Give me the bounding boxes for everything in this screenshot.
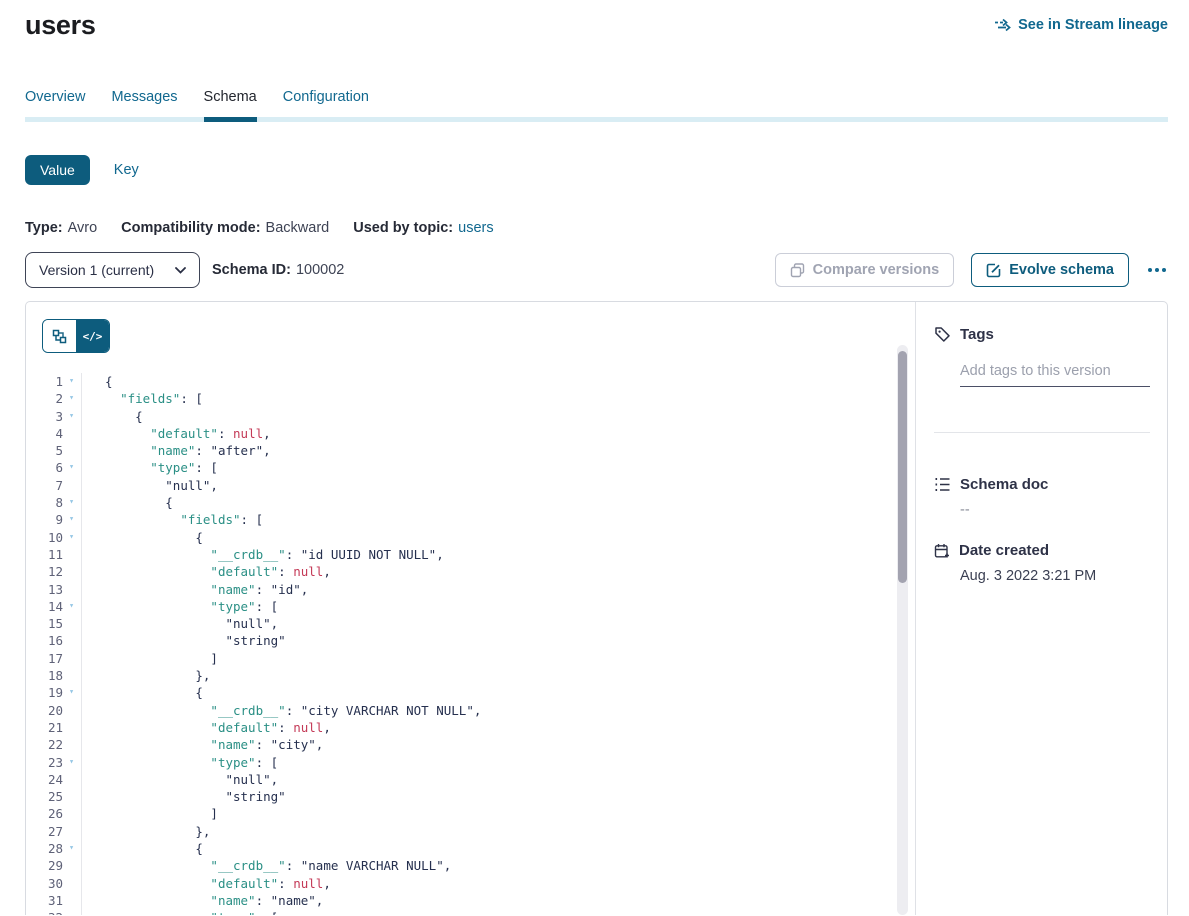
version-select[interactable]: Version 1 (current) bbox=[25, 252, 200, 288]
schema-id-label: Schema ID: bbox=[212, 262, 291, 278]
meta-type: Type: Avro bbox=[25, 220, 97, 236]
compatibility-value: Backward bbox=[266, 220, 330, 236]
calendar-plus-icon bbox=[934, 543, 950, 559]
key-toggle-link[interactable]: Key bbox=[114, 162, 139, 178]
editor-scrollbar-track[interactable] bbox=[897, 345, 908, 915]
version-select-value: Version 1 (current) bbox=[39, 262, 154, 278]
add-tags-input[interactable] bbox=[960, 363, 1150, 387]
evolve-schema-icon bbox=[986, 263, 1001, 278]
editor-view-toggle: </> bbox=[42, 319, 110, 353]
value-key-toggle: Value Key bbox=[25, 155, 1168, 185]
schema-doc-heading: Schema doc bbox=[960, 476, 1048, 493]
meta-used-by-topic: Used by topic: users bbox=[353, 220, 493, 236]
tags-section: Tags bbox=[934, 326, 1150, 387]
schema-id: Schema ID: 100002 bbox=[212, 262, 344, 278]
sidebar-divider bbox=[934, 432, 1150, 433]
topic-tabs: Overview Messages Schema Configuration bbox=[25, 89, 1168, 122]
schema-code-pane: </> 1▾2▾3▾456▾78▾9▾10▾11121314▾151617181… bbox=[26, 302, 916, 915]
meta-compatibility: Compatibility mode: Backward bbox=[121, 220, 329, 236]
type-label: Type: bbox=[25, 220, 63, 236]
date-created-value: Aug. 3 2022 3:21 PM bbox=[960, 568, 1150, 584]
lineage-link-label: See in Stream lineage bbox=[1018, 17, 1168, 33]
schema-doc-value: -- bbox=[960, 502, 1150, 518]
type-value: Avro bbox=[68, 220, 98, 236]
compatibility-label: Compatibility mode: bbox=[121, 220, 260, 236]
ellipsis-icon bbox=[1148, 268, 1152, 272]
tab-messages[interactable]: Messages bbox=[111, 89, 177, 122]
tags-heading-row: Tags bbox=[934, 326, 1150, 343]
tree-view-button[interactable] bbox=[43, 320, 76, 352]
schema-panel: </> 1▾2▾3▾456▾78▾9▾10▾11121314▾151617181… bbox=[25, 301, 1168, 915]
tab-overview[interactable]: Overview bbox=[25, 89, 85, 122]
schema-sidebar: Tags Schema doc -- bbox=[916, 302, 1167, 915]
evolve-schema-label: Evolve schema bbox=[1009, 262, 1114, 278]
code-lines: { "fields": [ { "default": null, "name":… bbox=[82, 373, 481, 915]
version-bar-actions: Compare versions Evolve schema bbox=[775, 253, 1168, 287]
schema-editor[interactable]: 1▾2▾3▾456▾78▾9▾10▾11121314▾1516171819▾20… bbox=[26, 373, 915, 915]
editor-scrollbar-thumb[interactable] bbox=[898, 351, 907, 583]
value-toggle-button[interactable]: Value bbox=[25, 155, 90, 185]
date-created-heading: Date created bbox=[959, 542, 1049, 559]
date-created-heading-row: Date created bbox=[934, 542, 1150, 559]
code-gutter: 1▾2▾3▾456▾78▾9▾10▾11121314▾1516171819▾20… bbox=[26, 373, 82, 915]
tag-icon bbox=[934, 326, 951, 343]
stream-lineage-icon bbox=[994, 18, 1011, 32]
compare-versions-button[interactable]: Compare versions bbox=[775, 253, 955, 287]
tags-heading: Tags bbox=[960, 326, 994, 343]
code-view-icon: </> bbox=[83, 330, 103, 343]
chevron-down-icon bbox=[175, 267, 186, 274]
page-header: users See in Stream lineage bbox=[25, 0, 1168, 41]
used-by-topic-label: Used by topic: bbox=[353, 220, 453, 236]
tab-configuration[interactable]: Configuration bbox=[283, 89, 369, 122]
compare-versions-label: Compare versions bbox=[813, 262, 940, 278]
compare-versions-icon bbox=[790, 263, 805, 278]
tree-view-icon bbox=[52, 329, 67, 344]
version-bar-left: Version 1 (current) Schema ID: 100002 bbox=[25, 252, 344, 288]
tab-schema[interactable]: Schema bbox=[204, 89, 257, 122]
version-bar: Version 1 (current) Schema ID: 100002 bbox=[25, 252, 1168, 288]
schema-page: users See in Stream lineage Overview Mes… bbox=[0, 0, 1189, 915]
schema-doc-heading-row: Schema doc bbox=[934, 476, 1150, 493]
schema-doc-section: Schema doc -- bbox=[934, 476, 1150, 518]
list-icon bbox=[934, 477, 951, 492]
see-in-stream-lineage-link[interactable]: See in Stream lineage bbox=[994, 17, 1168, 33]
used-by-topic-link[interactable]: users bbox=[458, 220, 493, 236]
schema-meta-row: Type: Avro Compatibility mode: Backward … bbox=[25, 220, 1168, 236]
schema-id-value: 100002 bbox=[296, 262, 344, 278]
page-title: users bbox=[25, 10, 96, 41]
code-view-button[interactable]: </> bbox=[76, 320, 109, 352]
evolve-schema-button[interactable]: Evolve schema bbox=[971, 253, 1129, 287]
date-created-section: Date created Aug. 3 2022 3:21 PM bbox=[934, 542, 1150, 584]
more-options-button[interactable] bbox=[1146, 264, 1168, 276]
